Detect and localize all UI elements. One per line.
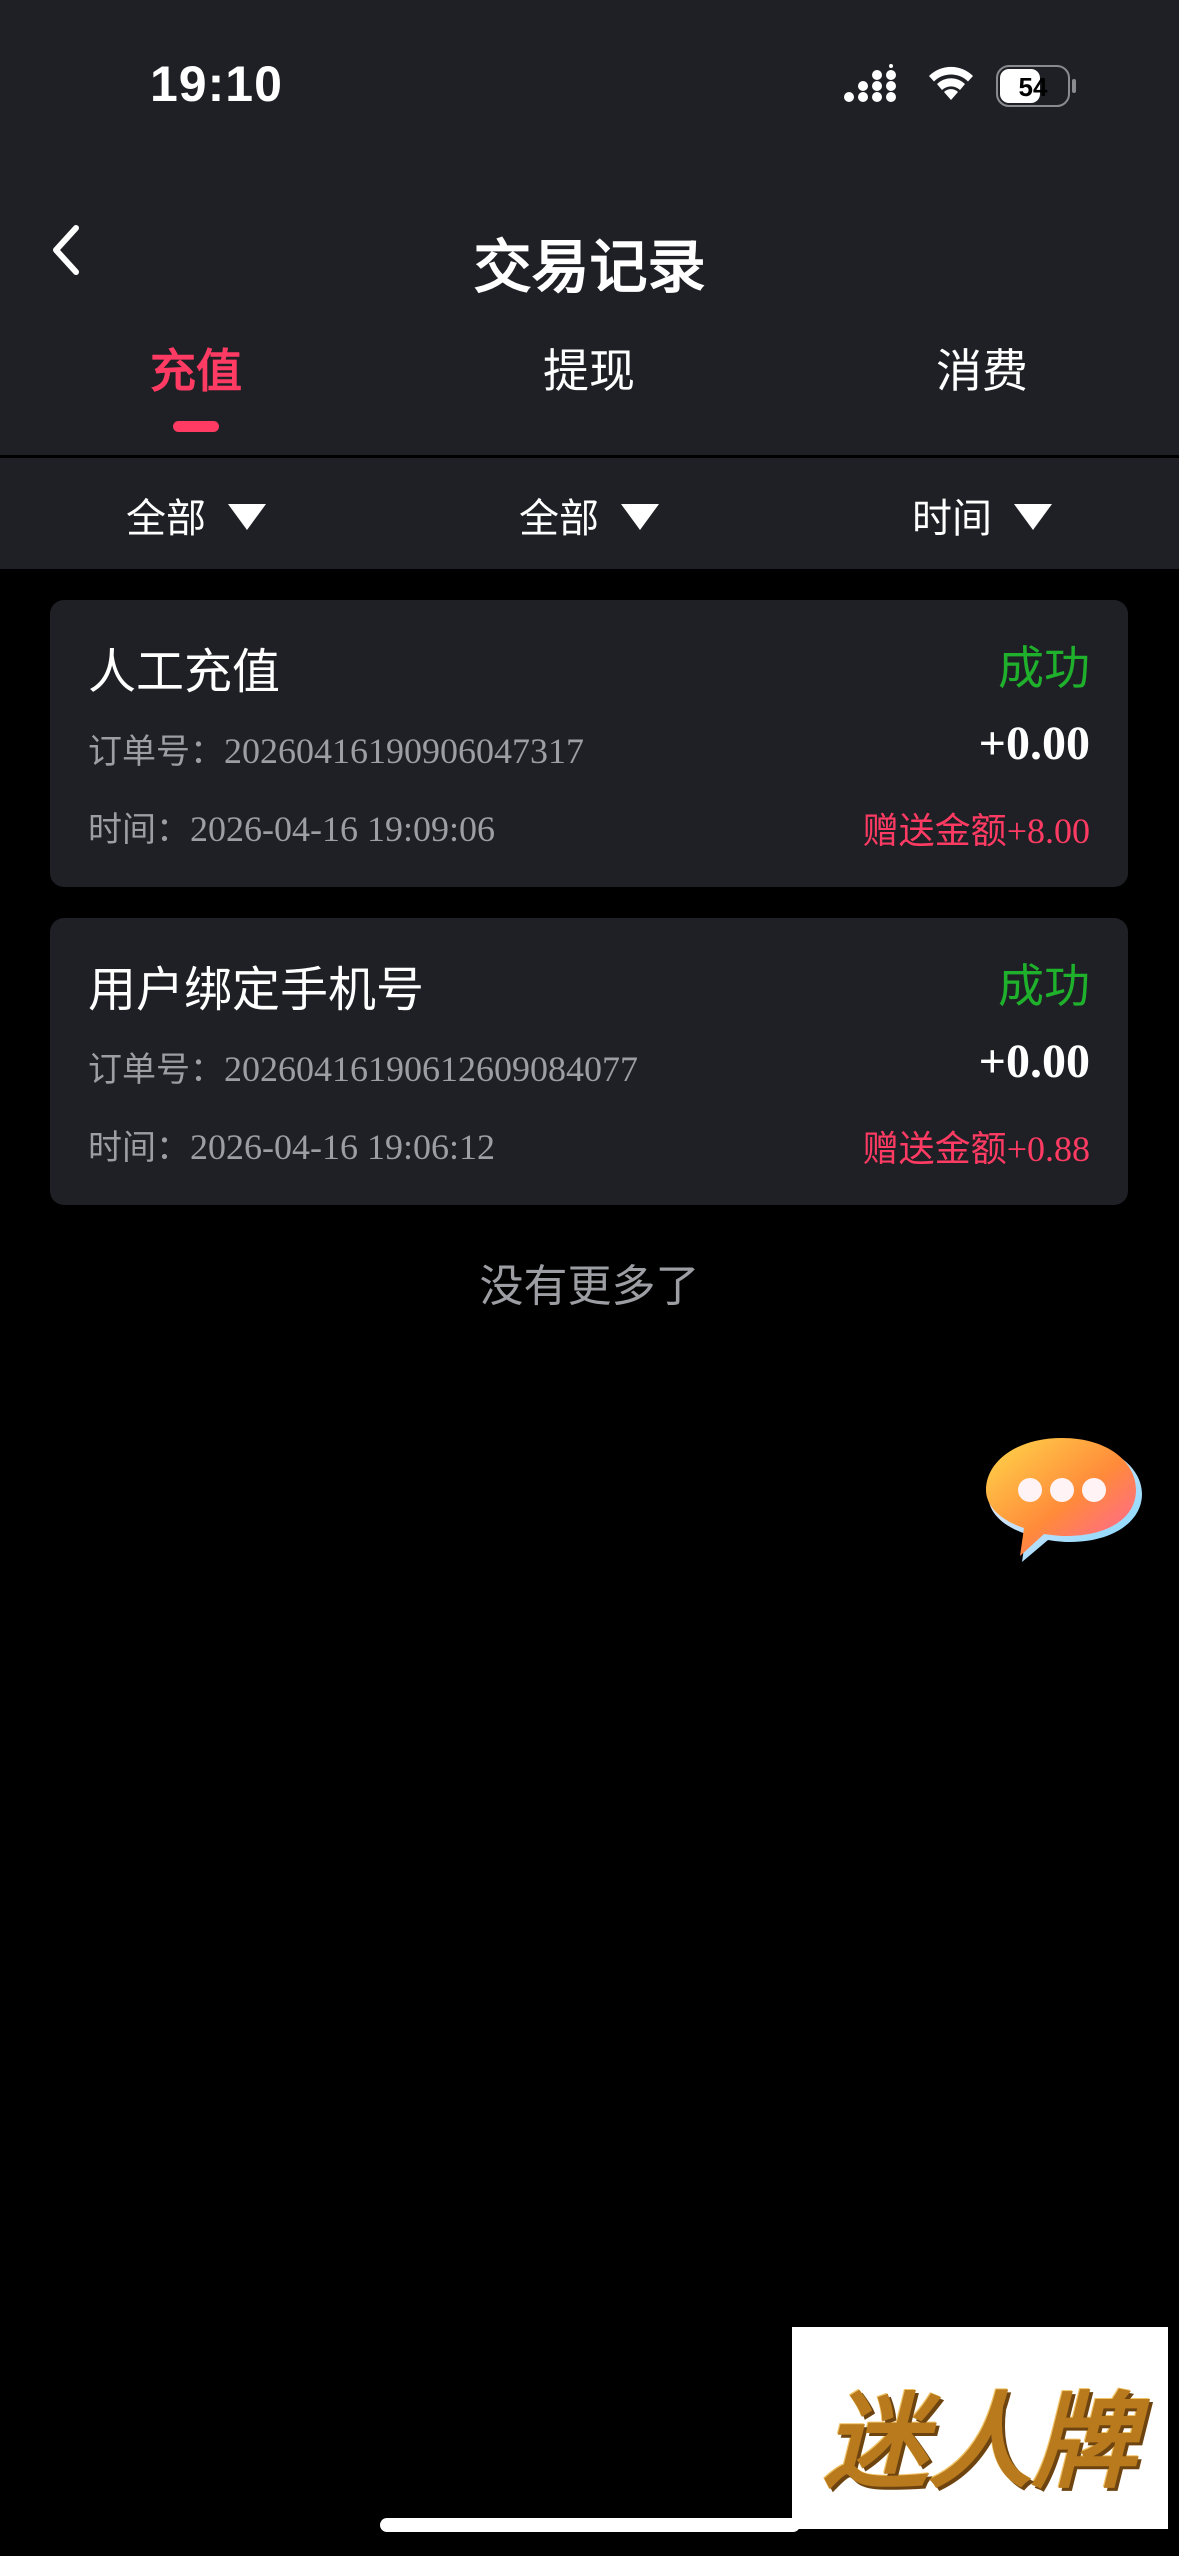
bonus-value: +0.88 <box>1006 1129 1090 1169</box>
record-title: 人工充值 <box>88 644 281 700</box>
record-status: 成功 <box>998 641 1090 695</box>
record-card[interactable]: 人工充值 成功 订单号：20260416190906047317 +0.00 时… <box>50 600 1128 887</box>
active-tab-indicator <box>173 421 219 432</box>
filter-type[interactable]: 全部 <box>0 486 392 544</box>
wifi-icon <box>929 66 973 100</box>
tab-consumption[interactable]: 消费 <box>786 335 1178 401</box>
filter-time-label: 时间 <box>912 496 992 542</box>
battery-icon: 54 <box>996 65 1076 107</box>
bonus-label: 赠送金额 <box>862 811 1007 852</box>
tab-withdraw[interactable]: 提现 <box>393 335 785 401</box>
chat-bubble-icon[interactable] <box>982 1432 1147 1572</box>
record-time: 时间：2026-04-16 19:06:12 <box>88 1120 495 1169</box>
watermark-logo: 迷人牌 <box>792 2327 1168 2529</box>
order-number: 20260416190906047317 <box>224 731 584 771</box>
status-bar: 19:10 54 <box>0 0 1179 170</box>
triangle-down-icon <box>1014 504 1052 530</box>
nav-bar: 交易记录 <box>0 190 1179 310</box>
status-time: 19:10 <box>150 56 283 112</box>
bonus-label: 赠送金额 <box>862 1129 1007 1170</box>
record-bonus: 赠送金额+0.88 <box>863 1120 1090 1172</box>
order-label: 订单号： <box>88 732 224 772</box>
filter-status-label: 全部 <box>519 496 599 542</box>
record-title: 用户绑定手机号 <box>88 962 425 1018</box>
list-end-text: 没有更多了 <box>479 1261 700 1312</box>
filter-bar: 全部 全部 时间 <box>0 458 1179 569</box>
cellular-signal-icon <box>844 64 896 102</box>
time-value: 2026-04-16 19:09:06 <box>190 809 495 849</box>
tab-recharge[interactable]: 充值 <box>0 335 392 401</box>
record-amount: +0.00 <box>978 717 1090 770</box>
filter-time[interactable]: 时间 <box>786 486 1178 544</box>
filter-type-label: 全部 <box>126 496 206 542</box>
watermark-text: 迷人牌 <box>823 2380 1136 2503</box>
record-bonus: 赠送金额+8.00 <box>863 802 1090 854</box>
page-title: 交易记录 <box>473 233 706 301</box>
order-label: 订单号： <box>88 1050 224 1090</box>
battery-level: 54 <box>1019 72 1048 102</box>
time-label: 时间： <box>88 1128 190 1168</box>
record-time: 时间：2026-04-16 19:09:06 <box>88 802 495 851</box>
triangle-down-icon <box>228 504 266 530</box>
tab-bar: 充值 提现 消费 <box>0 335 1179 455</box>
order-number: 20260416190612609084077 <box>224 1049 638 1089</box>
filter-status[interactable]: 全部 <box>393 486 785 544</box>
home-indicator <box>380 2518 800 2532</box>
time-value: 2026-04-16 19:06:12 <box>190 1127 495 1167</box>
record-card[interactable]: 用户绑定手机号 成功 订单号：20260416190612609084077 +… <box>50 918 1128 1205</box>
record-amount: +0.00 <box>978 1035 1090 1088</box>
record-order: 订单号：20260416190612609084077 <box>88 1042 638 1091</box>
bonus-value: +8.00 <box>1006 811 1090 851</box>
record-order: 订单号：20260416190906047317 <box>88 724 584 773</box>
record-status: 成功 <box>998 959 1090 1013</box>
time-label: 时间： <box>88 810 190 850</box>
triangle-down-icon <box>621 504 659 530</box>
